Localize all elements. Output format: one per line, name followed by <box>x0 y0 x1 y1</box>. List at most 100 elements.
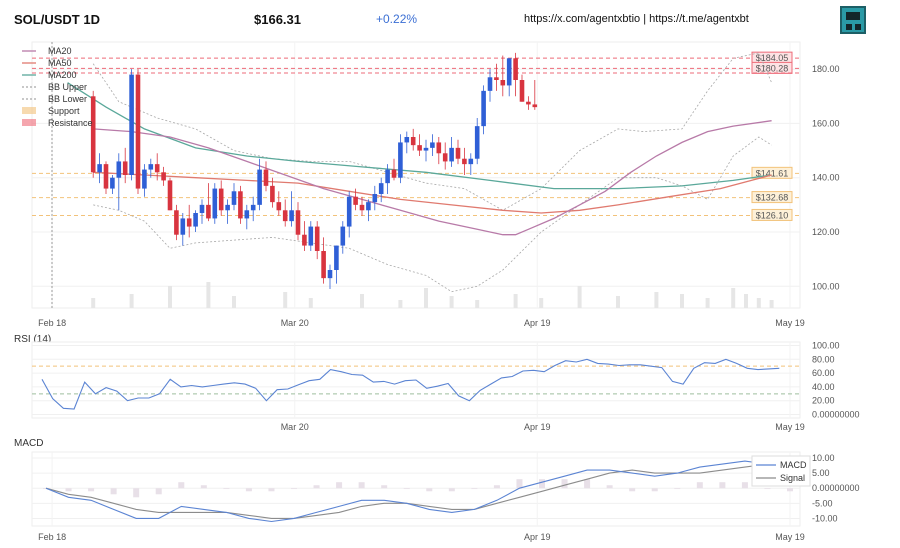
x-tick-label: Mar 20 <box>281 318 309 328</box>
y-tick-label: 40.00 <box>812 382 835 392</box>
volume-bar <box>744 294 748 308</box>
y-tick-label: 100.00 <box>812 281 840 291</box>
macd-plot-area <box>31 451 801 527</box>
volume-bar <box>577 286 582 308</box>
legend-label: Support <box>48 106 80 116</box>
candle-body <box>218 188 224 211</box>
candle-body <box>321 251 326 279</box>
candle-body <box>519 80 525 102</box>
macd-histogram-bar <box>110 488 117 495</box>
macd-histogram-bar <box>471 488 478 490</box>
chart-canvas: 100.00 120.00 140.00 160.00 180.00 Feb 18 Mar … <box>14 41 860 542</box>
support-label: $132.68 <box>756 193 789 203</box>
macd-histogram-bar <box>584 479 591 489</box>
candle-body <box>462 158 467 165</box>
volume-bar <box>539 298 544 308</box>
legend-label: Resistance <box>48 118 93 128</box>
volume-bar <box>705 298 710 308</box>
legend-swatch <box>22 107 36 114</box>
x-tick-label: Apr 19 <box>524 318 551 328</box>
candle-body <box>474 126 480 159</box>
macd-histogram-bar <box>336 482 343 489</box>
candle-body <box>404 137 410 143</box>
macd-histogram-bar <box>516 479 523 489</box>
y-tick-label: 100.00 <box>812 340 840 350</box>
candle-body <box>308 226 314 246</box>
y-tick-label: 120.00 <box>812 227 840 237</box>
x-tick-label: May 19 <box>775 532 805 542</box>
macd-histogram-bar <box>561 479 568 489</box>
candle-body <box>193 213 198 227</box>
candle-body <box>500 80 506 86</box>
macd-histogram-bar <box>200 485 207 489</box>
support-label: $126.10 <box>756 210 789 220</box>
legend-label: Signal <box>780 473 805 483</box>
y-tick-label: 140.00 <box>812 173 840 183</box>
y-tick-label: 60.00 <box>812 368 835 378</box>
volume-bar <box>680 294 684 308</box>
volume-bar <box>360 294 364 308</box>
volume-bar <box>449 296 454 308</box>
candle-body <box>398 142 403 178</box>
macd-histogram-bar <box>448 488 455 492</box>
macd-histogram-bar <box>674 488 681 490</box>
volume-bar <box>206 282 211 308</box>
y-tick-label: 180.00 <box>812 64 840 74</box>
resistance-label: $184.05 <box>756 53 789 63</box>
candle-body <box>359 204 365 211</box>
volume-bar <box>398 300 403 308</box>
macd-histogram-bar <box>493 485 500 489</box>
macd-histogram-bar <box>133 488 140 498</box>
y-tick-label: 0.00000000 <box>812 410 860 420</box>
macd-histogram-bar <box>358 482 365 489</box>
volume-bar <box>513 294 518 308</box>
candle-body <box>506 58 512 86</box>
legend-label: MACD <box>780 460 807 470</box>
candle-body <box>526 101 531 105</box>
candle-body <box>174 210 179 235</box>
candle-body <box>423 147 429 151</box>
candle-body <box>212 188 218 219</box>
price-panel: 100.00 120.00 140.00 160.00 180.00 Feb 18 Mar … <box>22 41 840 328</box>
candle-body <box>167 180 173 211</box>
x-tick-label: May 19 <box>775 318 805 328</box>
y-tick-label: 80.00 <box>812 354 835 364</box>
volume-bar <box>475 300 480 308</box>
candle-body <box>225 204 230 211</box>
macd-title: MACD <box>14 438 43 449</box>
candle-body <box>199 204 205 213</box>
candle-body <box>244 210 250 219</box>
candle-body <box>353 196 358 205</box>
candle-body <box>532 104 538 108</box>
macd-histogram-bar <box>719 482 726 489</box>
candle-body <box>295 210 301 235</box>
candle-body <box>366 202 371 211</box>
y-tick-label: 10.00 <box>812 453 835 463</box>
volume-bar <box>91 298 96 308</box>
candle-body <box>282 210 288 222</box>
x-tick-label: Mar 20 <box>281 422 309 432</box>
volume-bar <box>283 292 288 308</box>
candle-body <box>417 145 422 151</box>
macd-histogram-bar <box>696 482 703 489</box>
candle-body <box>327 270 333 279</box>
candle-body <box>449 147 454 162</box>
macd-histogram-bar <box>65 488 72 492</box>
legend-label: MA20 <box>48 46 72 56</box>
candle-body <box>481 90 486 127</box>
volume-bar <box>424 288 428 308</box>
y-tick-label: -5.00 <box>812 498 833 508</box>
candle-body <box>487 77 493 91</box>
macd-histogram-bar <box>629 488 636 492</box>
macd-histogram-bar <box>403 488 410 490</box>
candle-body <box>250 204 256 211</box>
legend-swatch <box>22 119 36 126</box>
y-tick-label: 0.00000000 <box>812 483 860 493</box>
macd-histogram-bar <box>245 488 252 492</box>
x-tick-label: May 19 <box>775 422 805 432</box>
candle-body <box>186 218 192 227</box>
candle-body <box>442 153 448 162</box>
macd-histogram-bar <box>787 488 793 492</box>
macd-histogram-bar <box>291 488 297 490</box>
volume-bar <box>769 300 774 308</box>
